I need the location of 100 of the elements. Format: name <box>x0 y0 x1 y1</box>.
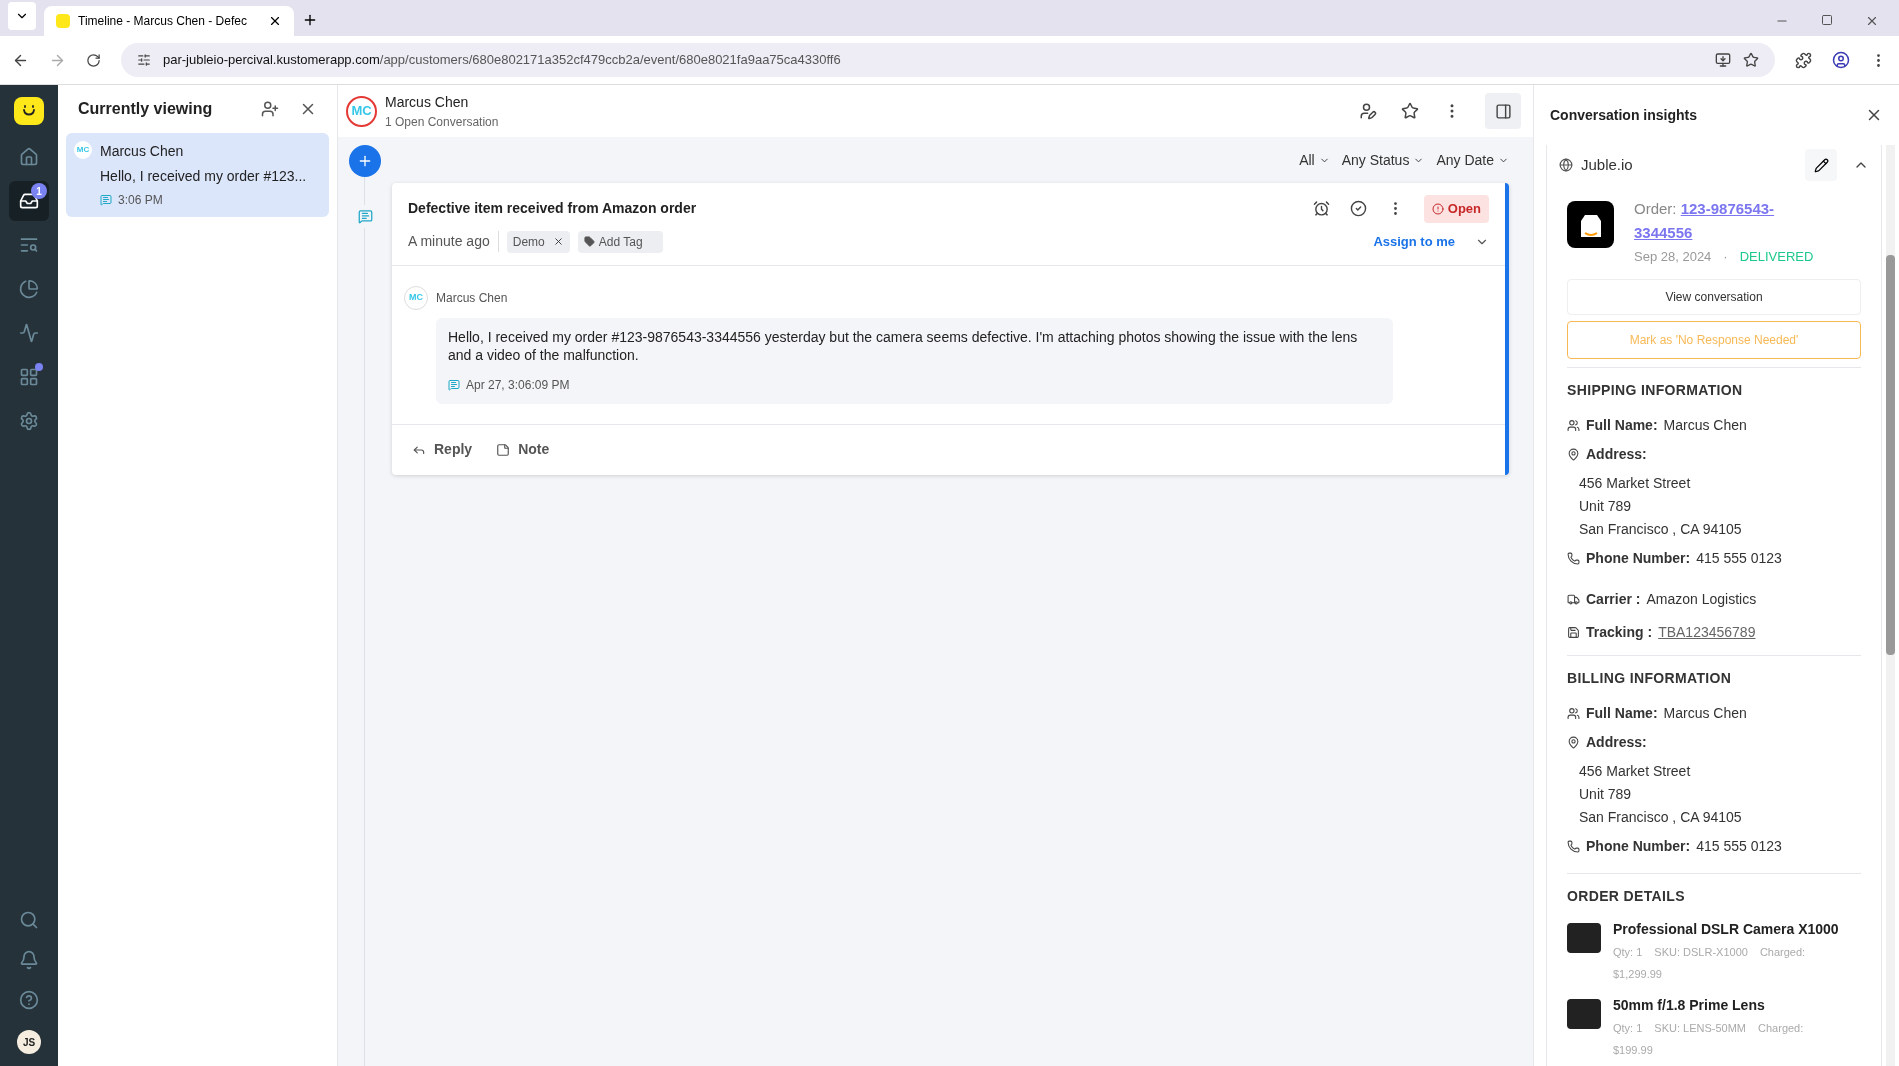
message-author: Marcus Chen <box>436 289 508 307</box>
bell-icon[interactable] <box>19 950 39 970</box>
avatar: MC <box>74 141 92 159</box>
field-value: 415 555 0123 <box>1696 836 1782 856</box>
field-value: Marcus Chen <box>1663 415 1747 435</box>
section-heading: SHIPPING INFORMATION <box>1567 380 1744 400</box>
charged-label: Charged: <box>1758 1020 1804 1036</box>
profile-icon[interactable] <box>1832 51 1850 69</box>
pencil-icon <box>1813 157 1829 173</box>
user-avatar[interactable]: JS <box>17 1030 41 1054</box>
star-icon[interactable] <box>1401 102 1419 120</box>
note-icon <box>496 442 511 457</box>
url-text: par-jubleio-percival.kustomerapp.com/app/customers/680e802171a352cf479ccb2a/event/680e8021fa9aa75ca4330ff6 <box>163 51 842 70</box>
side-panel-icon <box>1494 102 1512 120</box>
assign-button[interactable]: Assign to me <box>1373 231 1455 252</box>
location-pin-icon <box>1567 735 1580 749</box>
snooze-icon[interactable] <box>1312 200 1330 218</box>
close-icon[interactable] <box>268 14 282 28</box>
note-button[interactable]: Note <box>496 439 550 460</box>
customer-avatar: MC <box>346 95 377 127</box>
address-bar[interactable]: par-jubleio-percival.kustomerapp.com/app/customers/680e802171a352cf479ccb2a/event/680e8021fa9aa75ca4330ff6 <box>121 43 1775 77</box>
address-line: Unit 789 <box>1579 784 1633 804</box>
address-line: San Francisco , CA 94105 <box>1579 807 1743 827</box>
filter-dropdown[interactable]: Any Date <box>1436 149 1509 171</box>
new-tab-icon[interactable] <box>302 12 318 28</box>
add-button[interactable] <box>349 145 381 177</box>
section-heading: ORDER DETAILS <box>1567 886 1686 906</box>
order-date: Sep 28, 2024 <box>1634 248 1712 266</box>
field-value: Amazon Logistics <box>1646 589 1757 609</box>
location-pin-icon <box>1567 447 1580 461</box>
field-label: Carrier : <box>1586 589 1641 609</box>
message-time: Apr 27, 3:06:09 PM <box>466 376 570 394</box>
tracking-link[interactable]: TBA123456789 <box>1658 621 1756 643</box>
app-logo-icon[interactable] <box>14 97 44 125</box>
conversation-age: A minute ago <box>408 231 499 252</box>
remove-icon[interactable] <box>552 236 564 247</box>
field-label: Phone Number: <box>1586 548 1691 568</box>
product-sku: SKU: DSLR-X1000 <box>1654 944 1748 960</box>
settings-icon <box>19 411 39 431</box>
filter-dropdown[interactable]: Any Status <box>1341 149 1425 171</box>
install-icon[interactable] <box>1715 52 1731 68</box>
alert-icon <box>1431 202 1444 215</box>
scrollbar[interactable] <box>1886 145 1895 1066</box>
address-line: 456 Market Street <box>1579 761 1692 781</box>
reply-button[interactable]: Reply <box>412 439 473 460</box>
view-conversation-button[interactable]: View conversation <box>1567 278 1861 315</box>
panel-title: Conversation insights <box>1550 105 1699 125</box>
maximize-icon[interactable] <box>1821 14 1833 26</box>
help-icon[interactable] <box>19 990 39 1010</box>
field-value: Marcus Chen <box>1663 703 1747 723</box>
home-icon <box>19 147 39 167</box>
browser-tab[interactable]: Timeline - Marcus Chen - Defec <box>44 6 294 36</box>
message-preview: Hello, I received my order #123... <box>100 167 307 186</box>
conversation-item[interactable]: MC Marcus Chen Hello, I received my order #123... 3:06 PM <box>66 133 329 217</box>
address-line: Unit 789 <box>1579 496 1633 516</box>
chat-icon <box>448 378 460 391</box>
globe-icon <box>1559 158 1573 172</box>
bookmark-star-icon[interactable] <box>1743 52 1759 68</box>
field-label: Full Name: <box>1586 703 1658 723</box>
grid-icon <box>19 367 39 387</box>
field-label: Tracking : <box>1586 622 1653 642</box>
tag-icon <box>583 236 595 247</box>
search-icon[interactable] <box>19 910 39 930</box>
edit-user-icon[interactable] <box>1359 102 1377 120</box>
product-name: Professional DSLR Camera X1000 <box>1613 919 1839 939</box>
add-tag-button[interactable]: Add Tag <box>577 230 663 253</box>
panel-toggle-button[interactable] <box>1485 93 1521 129</box>
field-label: Address: <box>1586 444 1647 464</box>
charged-label: Charged: <box>1759 944 1806 960</box>
field-value: 415 555 0123 <box>1696 548 1782 568</box>
product-photo-placeholder <box>1567 998 1601 1029</box>
edit-button[interactable] <box>1805 149 1837 181</box>
product-qty: Qty: 1 <box>1613 1020 1643 1036</box>
plus-icon <box>357 153 373 169</box>
product-photo-placeholder <box>1567 922 1601 953</box>
site-info-icon[interactable] <box>137 53 151 67</box>
phone-icon <box>1567 551 1580 565</box>
users-icon <box>1567 706 1580 720</box>
tab-title: Timeline - Marcus Chen - Defec <box>78 13 248 30</box>
store-logo-icon <box>1567 201 1614 248</box>
users-icon <box>1567 418 1580 432</box>
pulse-icon <box>19 323 39 343</box>
notification-badge: 1 <box>31 183 47 199</box>
check-icon[interactable] <box>1349 200 1367 218</box>
product-sku: SKU: LENS-50MM <box>1654 1020 1747 1036</box>
phone-icon <box>1567 839 1580 853</box>
product-name: 50mm f/1.8 Prime Lens <box>1613 995 1766 1015</box>
customer-name[interactable]: Marcus Chen <box>385 91 1351 113</box>
product-qty: Qty: 1 <box>1613 944 1643 960</box>
truck-icon <box>1567 592 1580 606</box>
status-badge[interactable]: Open <box>1423 195 1489 223</box>
add-user-icon[interactable] <box>261 100 279 118</box>
list-search-icon <box>19 235 39 255</box>
section-heading: BILLING INFORMATION <box>1567 668 1733 688</box>
extensions-icon[interactable] <box>1795 51 1812 69</box>
tag-chip[interactable]: Demo <box>506 230 570 253</box>
order-number-text[interactable]: Order: 123-9876543-3344556 <box>1634 197 1809 245</box>
filter-dropdown[interactable]: All <box>1299 149 1330 171</box>
message-time: 3:06 PM <box>118 192 163 209</box>
reload-icon[interactable] <box>86 52 101 68</box>
